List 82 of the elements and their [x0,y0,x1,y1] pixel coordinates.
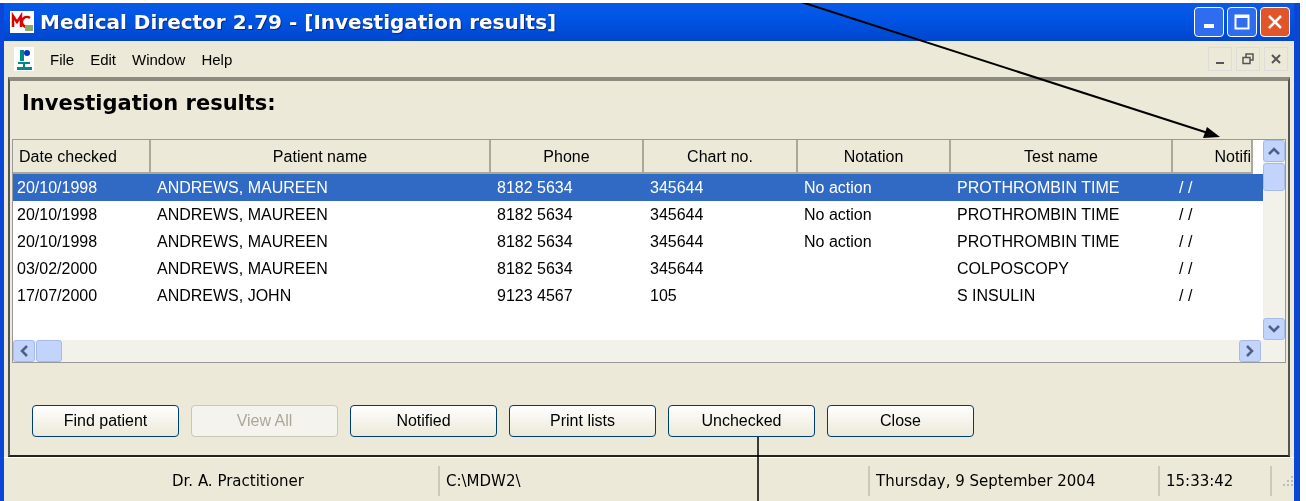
table-cell: 8182 5634 [497,232,573,250]
column-header[interactable]: Test name [951,140,1173,174]
window-title: Medical Director 2.79 - [Investigation results] [40,10,557,34]
close-button[interactable] [1264,47,1288,71]
resize-grip-icon[interactable] [1282,475,1294,487]
table-cell: 8182 5634 [497,178,573,196]
table-cell: No action [804,232,872,250]
table-cell: 20/10/1998 [17,178,98,196]
table-cell: / / [1179,259,1193,277]
column-header[interactable]: Phone [491,140,644,174]
close-icon [1270,53,1282,65]
table-cell: ANDREWS, MAUREEN [157,259,328,277]
restore-icon [1242,53,1254,65]
table-cell: S INSULIN [957,286,1036,304]
table-cell: 03/02/2000 [17,259,98,277]
column-header[interactable]: Notifi [1173,140,1253,174]
minimize-icon [1204,24,1214,28]
table-cell: 8182 5634 [497,205,573,223]
minimize-button[interactable] [1208,47,1232,71]
table-cell: / / [1179,178,1193,196]
status-time: 15:33:42 [1160,466,1272,496]
table-cell: 345644 [650,259,704,277]
table-cell: 105 [650,286,677,304]
action-button[interactable]: Unchecked [668,405,815,437]
menu-item[interactable]: Help [193,50,241,68]
vertical-scrollbar[interactable] [1263,140,1285,340]
close-icon [1267,14,1283,30]
column-header[interactable]: Date checked [13,140,151,174]
table-cell: No action [804,205,872,223]
scroll-left-icon[interactable] [13,340,35,362]
menu-item[interactable]: File [42,50,83,68]
status-user: Dr. A. Practitioner [4,466,440,496]
scroll-up-icon[interactable] [1263,140,1285,162]
menu-item[interactable]: Edit [82,50,125,68]
maximize-icon [1234,14,1250,30]
table-cell: ANDREWS, MAUREEN [157,205,328,223]
column-header[interactable]: Patient name [151,140,491,174]
status-path: C:\MDW2\ [440,466,870,496]
app-logo-icon [10,11,34,33]
table-cell: 8182 5634 [497,259,573,277]
scroll-right-icon[interactable] [1239,340,1261,362]
table-cell: 345644 [650,178,704,196]
action-button[interactable]: Print lists [509,405,656,437]
action-button[interactable]: Notified [350,405,497,437]
table-cell: 20/10/1998 [17,205,98,223]
scroll-down-icon[interactable] [1263,318,1285,340]
minimize-icon [1216,62,1224,64]
table-cell: PROTHROMBIN TIME [957,178,1120,196]
table-cell: ANDREWS, JOHN [157,286,292,304]
table-cell: / / [1179,232,1193,250]
column-header[interactable]: Chart no. [644,140,798,174]
maximize-button[interactable] [1227,7,1257,37]
menu-item[interactable]: Window [124,50,194,68]
table-row[interactable]: 20/10/1998 ANDREWS, MAUREEN 8182 5634 345644 No action PROTHROMBIN TIME / / [13,174,1263,201]
table-cell: ANDREWS, MAUREEN [157,232,328,250]
scroll-thumb[interactable] [1263,163,1285,191]
table-cell: / / [1179,286,1193,304]
restore-button[interactable] [1236,47,1260,71]
table-cell: / / [1179,205,1193,223]
table-row[interactable]: 20/10/1998 ANDREWS, MAUREEN 8182 5634 345644 No action PROTHROMBIN TIME / / [13,228,1263,255]
leader-line [757,436,759,501]
action-button[interactable]: Find patient [32,405,179,437]
table-row[interactable]: 20/10/1998 ANDREWS, MAUREEN 8182 5634 345644 No action PROTHROMBIN TIME / / [13,201,1263,228]
microscope-icon[interactable] [14,47,34,71]
table-cell: PROTHROMBIN TIME [957,205,1120,223]
table-row[interactable]: 03/02/2000 ANDREWS, MAUREEN 8182 5634 345644 COLPOSCOPY / / [13,255,1263,282]
table-cell: PROTHROMBIN TIME [957,232,1120,250]
table-cell: ANDREWS, MAUREEN [157,178,328,196]
table-row[interactable]: 17/07/2000 ANDREWS, JOHN 9123 4567 105 S INSULIN / / [13,282,1263,309]
horizontal-scrollbar[interactable] [13,340,1285,362]
column-header[interactable]: Notation [798,140,951,174]
table-cell: 9123 4567 [497,286,573,304]
action-button[interactable]: Close [827,405,974,437]
panel-heading: Investigation results: [21,90,277,117]
table-cell: COLPOSCOPY [957,259,1070,277]
table-cell: 345644 [650,232,704,250]
status-date: Thursday, 9 September 2004 [870,466,1160,496]
table-cell: 20/10/1998 [17,232,98,250]
scroll-thumb[interactable] [36,340,62,362]
table-cell: No action [804,178,872,196]
table-cell: 345644 [650,205,704,223]
table-cell: 17/07/2000 [17,286,98,304]
